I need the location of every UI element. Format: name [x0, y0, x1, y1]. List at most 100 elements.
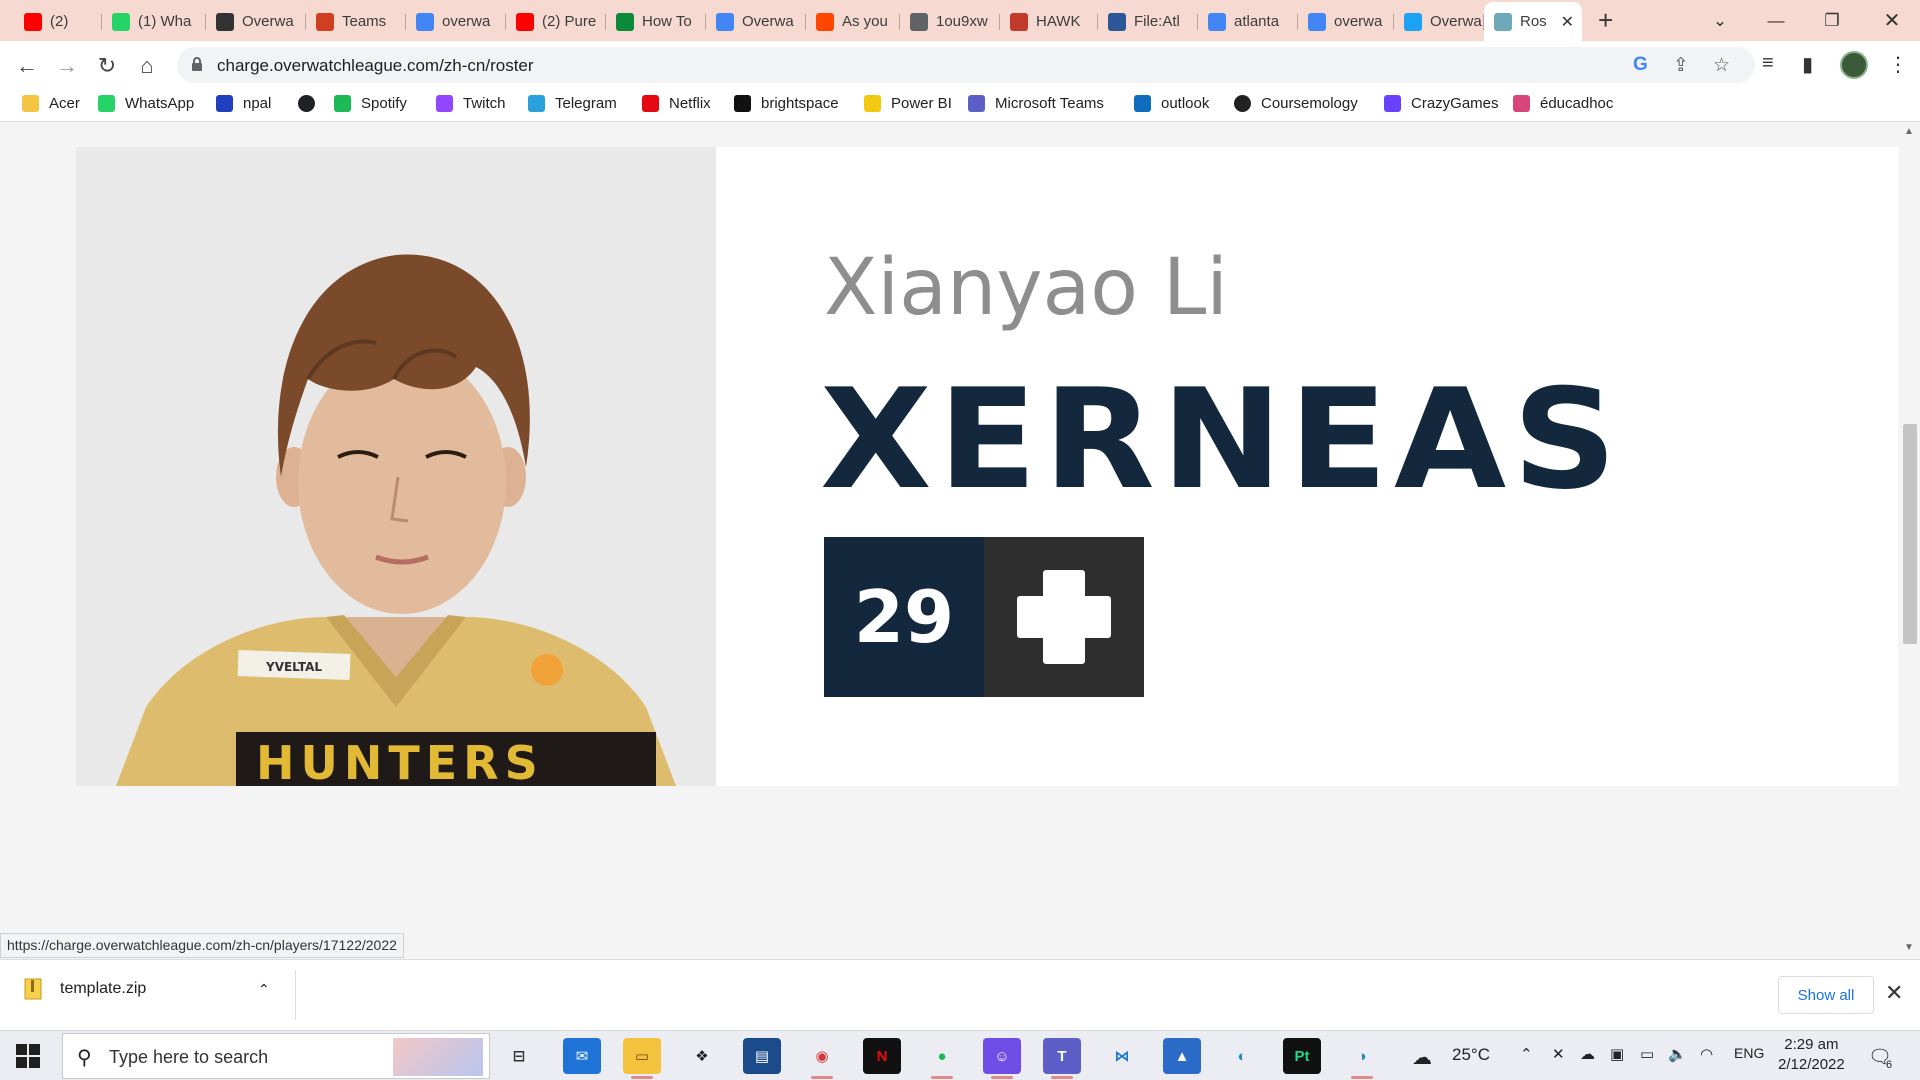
file-explorer-icon[interactable]: ▭	[623, 1038, 661, 1079]
photos-icon[interactable]: ▲	[1163, 1038, 1201, 1074]
windows-start-icon[interactable]	[16, 1044, 40, 1068]
temperature[interactable]: 25°C	[1452, 1045, 1490, 1065]
browser-tab[interactable]: Teams	[306, 6, 406, 37]
bookmark-item[interactable]: Microsoft Teams	[968, 95, 1104, 112]
bookmark-item[interactable]: outlook	[1134, 95, 1209, 112]
google-icon	[716, 12, 734, 31]
share-icon[interactable]: ⇪	[1673, 54, 1689, 77]
spotify-icon	[334, 95, 351, 112]
browser-tab[interactable]: Overwa	[706, 6, 806, 37]
bookmark-label: Power BI	[891, 95, 952, 112]
player-card[interactable]: HUNTERS YVELTAL Xianyao Li XERNEAS 29	[76, 147, 1898, 786]
bookmark-label: Netflix	[669, 95, 711, 112]
bookmark-star-icon[interactable]: ☆	[1713, 54, 1730, 77]
bookmark-item[interactable]: WhatsApp	[98, 95, 194, 112]
bookmark-item[interactable]: Spotify	[334, 95, 407, 112]
forward-button[interactable]: →	[52, 51, 82, 81]
restore-button[interactable]: ❐	[1804, 0, 1860, 41]
scroll-down-icon[interactable]: ▼	[1904, 942, 1914, 953]
browser-tab[interactable]: Overwa	[206, 6, 306, 37]
browser-tab[interactable]: Overwa	[1394, 6, 1484, 37]
google-lens-icon[interactable]: G	[1633, 54, 1648, 76]
taskbar-search[interactable]: ⚲ Type here to search	[62, 1033, 490, 1079]
bookmark-item[interactable]: brightspace	[734, 95, 839, 112]
browser-tab[interactable]: As you	[806, 6, 900, 37]
youtube-icon	[516, 12, 534, 31]
new-tab-button[interactable]: +	[1598, 6, 1613, 34]
onedrive-icon[interactable]: ☁	[1580, 1045, 1595, 1063]
download-file-name[interactable]: template.zip	[60, 980, 146, 998]
teams-icon[interactable]: T	[1043, 1038, 1081, 1079]
volume-icon[interactable]: 🔈	[1668, 1045, 1687, 1063]
address-bar[interactable]: charge.overwatchleague.com/zh-cn/roster …	[177, 47, 1755, 83]
back-button[interactable]: ←	[12, 51, 42, 81]
show-hidden-icons-icon[interactable]: ⌃	[1520, 1045, 1533, 1063]
meet-now-icon[interactable]: ▣	[1610, 1045, 1624, 1063]
twitter-icon	[1404, 12, 1422, 31]
bookmark-item[interactable]: Acer	[22, 95, 80, 112]
dropbox-icon[interactable]: ❖	[683, 1038, 721, 1074]
side-panel-icon[interactable]: ▮	[1802, 52, 1813, 77]
google-icon	[1308, 12, 1326, 31]
browser-tab[interactable]: (1) Wha	[102, 6, 206, 37]
bookmark-item[interactable]: Netflix	[642, 95, 711, 112]
tab-search-icon[interactable]: ⌄	[1692, 0, 1748, 41]
download-item[interactable]: template.zip ⌃	[24, 978, 270, 1000]
scroll-up-icon[interactable]: ▲	[1904, 126, 1914, 137]
browser-tab[interactable]: overwa	[406, 6, 506, 37]
address-url[interactable]: charge.overwatchleague.com/zh-cn/roster	[217, 56, 534, 76]
mail-icon[interactable]: ✉	[563, 1038, 601, 1074]
battery-icon[interactable]: ▭	[1640, 1045, 1654, 1063]
search-placeholder[interactable]: Type here to search	[109, 1047, 268, 1068]
bookmark-label: éducadhoc	[1540, 95, 1614, 112]
bookmark-item[interactable]: npal	[216, 95, 271, 112]
close-tab-icon[interactable]: ✕	[1561, 12, 1574, 32]
pycharm-icon[interactable]: Pt	[1283, 1038, 1321, 1074]
vscode-icon[interactable]: ⋈	[1103, 1038, 1141, 1074]
browser-tab[interactable]: (2) Pure	[506, 6, 606, 37]
tray-app-icon[interactable]: ✕	[1552, 1045, 1565, 1063]
edge-dev-icon[interactable]: ◑	[1343, 1038, 1381, 1079]
show-all-button[interactable]: Show all	[1778, 976, 1874, 1014]
clock[interactable]: 2:29 am 2/12/2022	[1778, 1035, 1845, 1075]
profile-avatar[interactable]	[1840, 51, 1868, 79]
page-scrollbar[interactable]: ▲ ▼	[1900, 122, 1920, 959]
edge-icon[interactable]: ◐	[1223, 1038, 1261, 1074]
browser-tab[interactable]: (2)	[14, 6, 102, 37]
scrollbar-thumb[interactable]	[1903, 424, 1917, 644]
close-icon[interactable]: ✕	[1885, 980, 1903, 1006]
browser-tab[interactable]: HAWK	[1000, 6, 1098, 37]
minimize-button[interactable]: —	[1748, 0, 1804, 41]
chevron-up-icon[interactable]: ⌃	[258, 981, 270, 998]
browser-tab[interactable]: 1ou9xw	[900, 6, 1000, 37]
bookmark-item[interactable]: CrazyGames	[1384, 95, 1499, 112]
weather-icon[interactable]: ☁	[1412, 1045, 1432, 1070]
chrome-icon[interactable]: ◉	[803, 1038, 841, 1079]
netflix-icon[interactable]: N	[863, 1038, 901, 1074]
media-control-icon[interactable]: ≡	[1762, 52, 1774, 75]
page-content: HUNTERS YVELTAL Xianyao Li XERNEAS 29 ht…	[0, 122, 1900, 959]
support-role-icon	[984, 537, 1144, 697]
app-icon[interactable]: ▤	[743, 1038, 781, 1074]
wifi-icon[interactable]: ◠	[1700, 1045, 1713, 1063]
discord-icon[interactable]: ☺	[983, 1038, 1021, 1079]
browser-tab[interactable]: File:Atl	[1098, 6, 1198, 37]
language-indicator[interactable]: ENG	[1734, 1045, 1764, 1061]
bookmark-item[interactable]: Telegram	[528, 95, 617, 112]
bookmark-item[interactable]: Twitch	[436, 95, 506, 112]
home-button[interactable]: ⌂	[132, 51, 162, 81]
bookmark-item[interactable]: éducadhoc	[1513, 95, 1613, 112]
bookmark-item[interactable]: Coursemology	[1234, 95, 1358, 112]
bookmark-item[interactable]: Power BI	[864, 95, 952, 112]
browser-tab[interactable]: Ros ✕	[1484, 2, 1582, 41]
browser-tab[interactable]: overwa	[1298, 6, 1394, 37]
menu-icon[interactable]: ⋮	[1888, 52, 1908, 77]
spotify-icon[interactable]: ●	[923, 1038, 961, 1079]
task-view-icon[interactable]: ⊟	[500, 1038, 538, 1074]
browser-tab[interactable]: How To	[606, 6, 706, 37]
bookmark-item[interactable]	[298, 95, 325, 112]
reload-button[interactable]: ↻	[92, 51, 122, 81]
browser-tab[interactable]: atlanta	[1198, 6, 1298, 37]
np-icon	[734, 95, 751, 112]
close-window-button[interactable]: ✕	[1864, 0, 1920, 41]
